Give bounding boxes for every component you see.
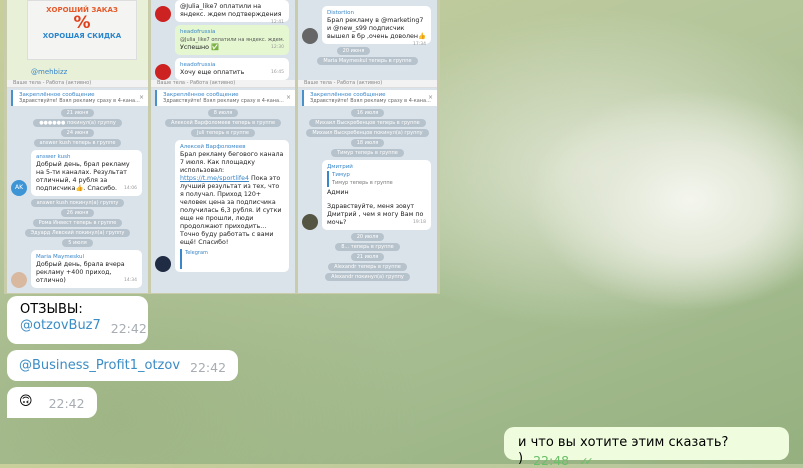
review-screenshots-collage[interactable]: ХОРОШИЙ ЗАКАЗ % ХОРОШАЯ СКИДКА @mehbizz …: [4, 0, 440, 294]
sender-name: answer kush: [36, 154, 71, 160]
sender-name: Maria Maymeskul: [36, 254, 85, 260]
avatar: [155, 6, 171, 22]
message-text: @Julia_like7 оплатили на яндекс. ждем по…: [180, 3, 282, 18]
incoming-message-emoji: 🙃 22:42: [7, 387, 97, 418]
upside-down-face-emoji: 🙃: [19, 394, 33, 409]
service-message: answer kush теперь в группе: [33, 139, 122, 147]
service-message: Maria Maymeskul теперь в группе: [317, 57, 418, 65]
promo-line2: ХОРОШАЯ СКИДКА: [42, 32, 122, 40]
promo-handle: @mehbizz: [31, 68, 68, 76]
avatar: [155, 64, 171, 80]
reply-name: Тимур: [332, 172, 350, 178]
message-text: Брал рекламу в @marketing7 и @new_s99 по…: [327, 17, 426, 40]
window-header: Ваше тела - Работа (активно): [7, 80, 148, 88]
outgoing-message: и что вы хотите этим сказать? ) 22:48 ✓✓: [504, 427, 789, 468]
message-time: 17:34: [413, 42, 426, 47]
message-text: Добрый день, брала вчера рекламу +400 пр…: [36, 261, 125, 284]
message-link[interactable]: https://t.me/sportlife4: [180, 175, 249, 182]
avatar: [11, 272, 27, 288]
service-message: 8... теперь в группе: [335, 243, 400, 251]
service-message: answer kush покинул(а) группу: [30, 199, 125, 207]
message-time: 22:42: [48, 396, 85, 411]
service-message: 16 июля: [350, 109, 385, 117]
service-message: 24 июня: [60, 129, 95, 137]
service-message: 21 июня: [60, 109, 95, 117]
pinned-message: Закреплённое сообщение Здравствуйте! Взял…: [11, 90, 148, 106]
message-time: 19:18: [413, 220, 426, 225]
incoming-message-link: @Business_Profit1_otzov 22:42: [7, 350, 239, 381]
pinned-text: Здравствуйте! Взял рекламу сразу в 4-кан…: [19, 98, 140, 104]
pinned-text: Здравствуйте! Взял рекламу сразу в 4-кан…: [163, 98, 284, 104]
service-message: 5 июля: [62, 239, 93, 247]
avatar: AK: [11, 180, 27, 196]
service-message: Juli теперь в группе: [191, 129, 255, 137]
message-time: 22:42: [190, 360, 227, 375]
sender-name: Дмитрий: [327, 164, 353, 170]
chat-screenshot-distortion: Distortion Брал рекламу в @marketing7 и @…: [298, 0, 437, 80]
incoming-message-reviews: ОТЗЫВЫ: @otzovBuz7 22:42: [7, 296, 148, 344]
chat-screenshot-payments: @Julia_like7 оплатили на яндекс. ждем по…: [151, 0, 295, 80]
close-icon: ×: [138, 94, 144, 101]
message-text: ОТЗЫВЫ:: [20, 302, 83, 317]
avatar: [302, 28, 318, 44]
close-icon: ×: [427, 94, 433, 101]
mention-link[interactable]: @Business_Profit1_otzov: [19, 358, 180, 373]
date-pill: 20 июня: [336, 47, 371, 55]
service-message: Alexandr теперь в группе: [328, 263, 407, 271]
sender-name: Алексей Варфоломеев: [180, 144, 246, 150]
service-message: Рома Инвест теперь в группе: [32, 219, 123, 227]
message-text: Админ: [327, 189, 349, 196]
mention-link[interactable]: @otzovBuz7: [20, 318, 101, 333]
link-preview: Telegram: [180, 249, 284, 269]
service-message: 8 июля: [207, 109, 239, 117]
close-icon: ×: [285, 94, 291, 101]
message-text: Хочу еще оплатить: [180, 69, 245, 76]
message-text: Успешно ✅: [180, 44, 219, 51]
message-text: Здравствуйте, меня зовут Дмитрий , чем я…: [327, 203, 424, 226]
message-time: 16:45: [271, 70, 284, 75]
message-time: 22:48: [533, 453, 570, 468]
reply-text: Тимур теперь в группе: [332, 180, 393, 186]
service-message: 21 июля: [350, 253, 385, 261]
pinned-text: Здравствуйте! Взял рекламу сразу в 4-кан…: [310, 98, 431, 104]
service-message: Тимур теперь в группе: [331, 149, 404, 157]
service-message: Михаил Выскребенцов теперь в группе: [309, 119, 426, 127]
service-message: ●●●●●● покинул(а) группу: [33, 119, 122, 127]
chat-screenshot-2: Ваше тела - Работа (активно) Закреплённо…: [151, 80, 295, 293]
message-time: 14:34: [124, 278, 137, 283]
avatar: [302, 214, 318, 230]
pinned-message: Закреплённое сообщение Здравствуйте! Взял…: [302, 90, 437, 106]
percent-symbol: %: [73, 13, 91, 33]
chat-screenshot-1: Ваше тела - Работа (активно) Закреплённо…: [7, 80, 148, 293]
message-time: 14:06: [124, 186, 137, 191]
message-time: 12:30: [271, 45, 284, 50]
service-message: Михаил Выскребенцов покинул(а) группу: [306, 129, 429, 137]
service-message: 18 июля: [350, 139, 385, 147]
avatar: [155, 256, 171, 272]
window-header: Ваше тела - Работа (активно): [298, 80, 437, 88]
message-text: Пока это лучший результат из тех, что я …: [180, 175, 282, 246]
message-text: Брал рекламу бегового канала 7 июля. Как…: [180, 151, 284, 174]
sender-name: Distortion: [327, 10, 354, 16]
reply-text: @Julia_like7 оплатили на яндекс. ждем...: [180, 37, 284, 43]
service-message: Эдуард Левский покинул(а) группу: [24, 229, 131, 237]
service-message: 20 июля: [350, 233, 385, 241]
chat-screenshot-3: Ваше тела - Работа (активно) Закреплённо…: [298, 80, 437, 293]
promo-image: ХОРОШИЙ ЗАКАЗ % ХОРОШАЯ СКИДКА @mehbizz: [7, 0, 148, 80]
double-check-read-icon: ✓✓: [579, 455, 594, 468]
pinned-message: Закреплённое сообщение Здравствуйте! Взял…: [155, 90, 295, 106]
window-header: Ваше тела - Работа (активно): [151, 80, 295, 88]
service-message: 26 июня: [60, 209, 95, 217]
service-message: Alexandr покинул(а) группу: [325, 273, 410, 281]
service-message: Алексей Варфоломеев теперь в группе: [164, 119, 282, 127]
message-text: Добрый день, брал рекламу на 5-ти канала…: [36, 161, 130, 192]
reply-name: headofrussia: [180, 29, 216, 35]
message-time: 22:42: [110, 321, 147, 336]
sender-name: headofrussia: [180, 62, 216, 68]
